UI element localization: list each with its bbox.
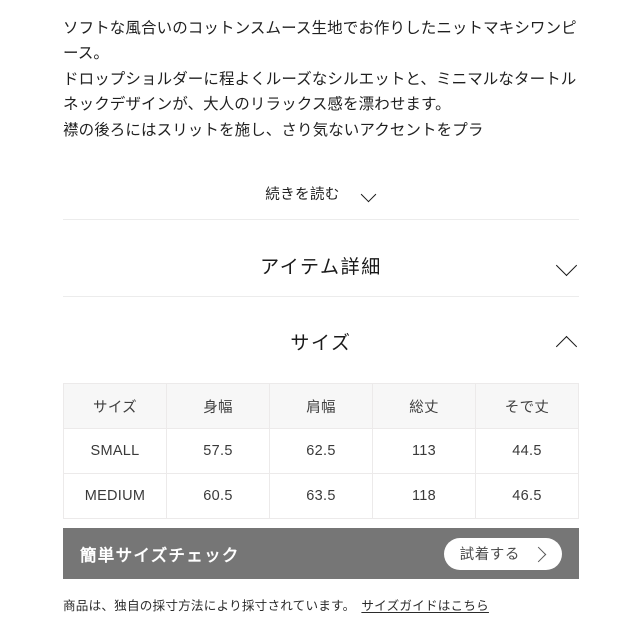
cell-shoulder: 63.5 — [269, 473, 373, 519]
cell-sleeve: 46.5 — [475, 473, 579, 519]
read-more-label: 続きを読む — [265, 186, 340, 203]
divider-top — [63, 219, 579, 220]
cell-sleeve: 44.5 — [475, 428, 579, 474]
chevron-down-icon — [362, 186, 377, 201]
column-header-sleeve: そで丈 — [475, 383, 579, 429]
chevron-down-icon — [557, 254, 579, 276]
size-check-banner[interactable]: 簡単サイズチェック 試着する — [63, 528, 579, 579]
accordion-size-title: サイズ — [290, 332, 352, 354]
footnote-text: 商品は、独自の採寸方法により採寸されています。 — [63, 599, 356, 613]
size-table-head: サイズ 身幅 肩幅 総丈 そで丈 — [63, 383, 579, 429]
product-description-section: ソフトな風合いのコットンスムース生地でお作りしたニットマキシワンピース。 ドロッ… — [63, 16, 579, 210]
table-row: SMALL 57.5 62.5 113 44.5 — [63, 428, 579, 474]
description-text: ソフトな風合いのコットンスムース生地でお作りしたニットマキシワンピース。 ドロッ… — [63, 20, 577, 139]
accordion-size[interactable]: サイズ — [63, 313, 579, 369]
cell-length: 113 — [372, 428, 476, 474]
accordion-item-details-title: アイテム詳細 — [260, 256, 382, 278]
description-clip: ソフトな風合いのコットンスムース生地でお作りしたニットマキシワンピース。 ドロッ… — [63, 16, 579, 168]
column-header-bust: 身幅 — [166, 383, 270, 429]
cell-size: SMALL — [63, 428, 167, 474]
column-header-length: 総丈 — [372, 383, 476, 429]
chevron-up-icon — [557, 330, 579, 352]
size-check-banner-title: 簡単サイズチェック — [80, 546, 240, 565]
cell-size: MEDIUM — [63, 473, 167, 519]
column-header-size: サイズ — [63, 383, 167, 429]
accordion-item-details-icon[interactable] — [557, 254, 579, 276]
table-row: MEDIUM 60.5 63.5 118 46.5 — [63, 473, 579, 519]
try-on-button-label: 試着する — [459, 547, 520, 563]
size-table-body: SMALL 57.5 62.5 113 44.5 MEDIUM 60.5 63.… — [63, 428, 579, 519]
cell-bust: 60.5 — [166, 473, 270, 519]
table-header-row: サイズ 身幅 肩幅 総丈 そで丈 — [63, 383, 579, 429]
cell-bust: 57.5 — [166, 428, 270, 474]
try-on-button[interactable]: 試着する — [443, 537, 562, 570]
accordion-item-details[interactable]: アイテム詳細 — [63, 237, 579, 293]
measurement-footnote: 商品は、独自の採寸方法により採寸されています。 サイズガイドはこちら — [63, 597, 583, 615]
divider-middle — [63, 296, 579, 297]
size-table: サイズ 身幅 肩幅 総丈 そで丈 SMALL 57.5 62.5 113 44.… — [63, 383, 579, 519]
cell-shoulder: 62.5 — [269, 428, 373, 474]
read-more-button[interactable]: 続きを読む — [63, 176, 579, 210]
cell-length: 118 — [372, 473, 476, 519]
product-detail-page: ソフトな風合いのコットンスムース生地でお作りしたニットマキシワンピース。 ドロッ… — [0, 0, 640, 640]
column-header-shoulder: 肩幅 — [269, 383, 373, 429]
accordion-size-icon[interactable] — [557, 330, 579, 352]
size-guide-link[interactable]: サイズガイドはこちら — [361, 599, 489, 613]
chevron-right-icon — [531, 546, 546, 561]
